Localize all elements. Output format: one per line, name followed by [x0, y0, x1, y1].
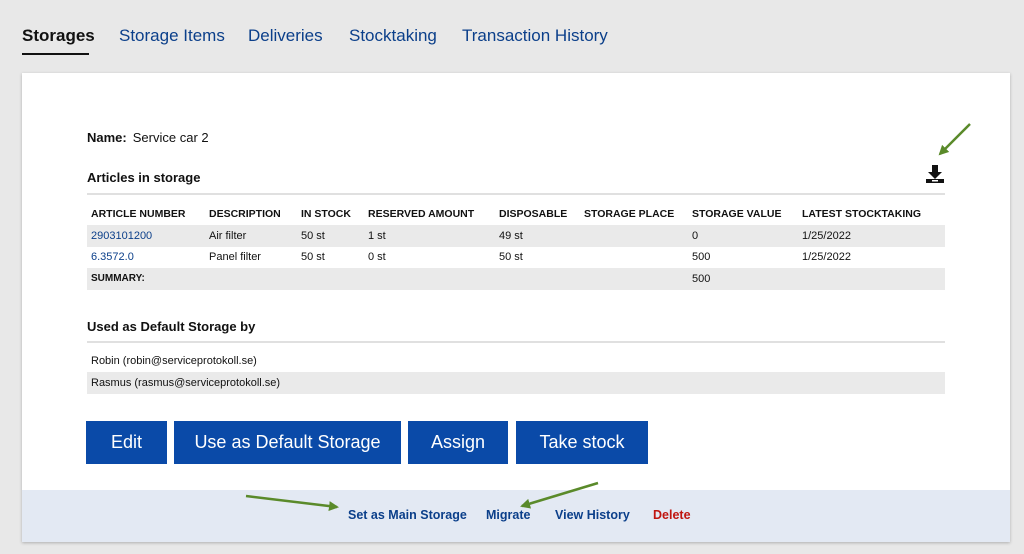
cell-description: Panel filter — [209, 251, 261, 264]
active-tab-indicator — [22, 53, 89, 55]
cell-disposable: 50 st — [499, 251, 523, 264]
default-storage-section-title: Used as Default Storage by — [87, 319, 256, 334]
view-history-link[interactable]: View History — [555, 508, 630, 522]
summary-label: SUMMARY: — [87, 268, 205, 290]
storage-name-row: Name: Service car 2 — [87, 130, 209, 145]
table-header-row: ARTICLE NUMBER DESCRIPTION IN STOCK RESE… — [87, 203, 945, 225]
article-number-link[interactable]: 2903101200 — [91, 230, 152, 242]
storage-name-value: Service car 2 — [132, 130, 209, 145]
cell-description: Air filter — [205, 225, 297, 247]
cell-storage-place — [580, 225, 688, 247]
cell-storage-value: 0 — [688, 225, 798, 247]
default-storage-user-list: Robin (robin@serviceprotokoll.se) Rasmus… — [87, 350, 945, 394]
edit-button[interactable]: Edit — [86, 421, 167, 464]
col-in-stock[interactable]: IN STOCK — [297, 203, 364, 225]
cell-in-stock: 50 st — [301, 251, 325, 264]
tab-storages[interactable]: Storages — [22, 26, 95, 46]
cell-disposable: 49 st — [495, 225, 580, 247]
col-latest-stocktaking[interactable]: LATEST STOCKTAKING — [798, 203, 945, 225]
article-number-link[interactable]: 6.3572.0 — [91, 251, 134, 263]
tab-transaction-history[interactable]: Transaction History — [462, 26, 608, 46]
articles-section-title: Articles in storage — [87, 170, 201, 185]
list-item: Robin (robin@serviceprotokoll.se) — [91, 355, 257, 367]
take-stock-button[interactable]: Take stock — [516, 421, 648, 464]
cell-latest-stocktaking: 1/25/2022 — [798, 225, 945, 247]
col-article-number[interactable]: ARTICLE NUMBER — [87, 203, 205, 225]
col-storage-place[interactable]: STORAGE PLACE — [580, 203, 688, 225]
set-as-main-storage-link[interactable]: Set as Main Storage — [348, 508, 467, 522]
cell-storage-place — [580, 247, 688, 269]
delete-link[interactable]: Delete — [653, 508, 691, 522]
cell-reserved: 1 st — [364, 225, 495, 247]
use-as-default-storage-button[interactable]: Use as Default Storage — [174, 421, 401, 464]
summary-value: 500 — [688, 268, 798, 290]
cell-storage-value: 500 — [692, 251, 711, 264]
cell-reserved: 0 st — [368, 251, 386, 264]
col-reserved-amount[interactable]: RESERVED AMOUNT — [364, 203, 495, 225]
tab-storage-items[interactable]: Storage Items — [119, 26, 225, 46]
tab-stocktaking[interactable]: Stocktaking — [349, 26, 437, 46]
default-storage-divider — [87, 341, 945, 343]
tab-bar: Storages Storage Items Deliveries Stockt… — [0, 0, 1024, 70]
storage-detail-card: Name: Service car 2 Articles in storage A… — [22, 73, 1010, 542]
col-description[interactable]: DESCRIPTION — [205, 203, 297, 225]
tab-deliveries[interactable]: Deliveries — [248, 26, 323, 46]
list-item: Rasmus (rasmus@serviceprotokoll.se) — [87, 372, 945, 394]
articles-table: ARTICLE NUMBER DESCRIPTION IN STOCK RESE… — [87, 203, 945, 290]
assign-button[interactable]: Assign — [408, 421, 508, 464]
articles-divider — [87, 193, 945, 195]
name-label: Name: — [87, 130, 127, 145]
table-row: 2903101200 Air filter 50 st 1 st 49 st 0… — [87, 225, 945, 247]
summary-row: SUMMARY: 500 — [87, 268, 945, 290]
cell-in-stock: 50 st — [297, 225, 364, 247]
cell-latest-stocktaking: 1/25/2022 — [802, 251, 851, 264]
migrate-link[interactable]: Migrate — [486, 508, 530, 522]
col-disposable[interactable]: DISPOSABLE — [495, 203, 580, 225]
download-icon[interactable] — [924, 163, 946, 185]
table-row: 6.3572.0 Panel filter 50 st 0 st 50 st 5… — [87, 247, 945, 269]
col-storage-value[interactable]: STORAGE VALUE — [688, 203, 798, 225]
